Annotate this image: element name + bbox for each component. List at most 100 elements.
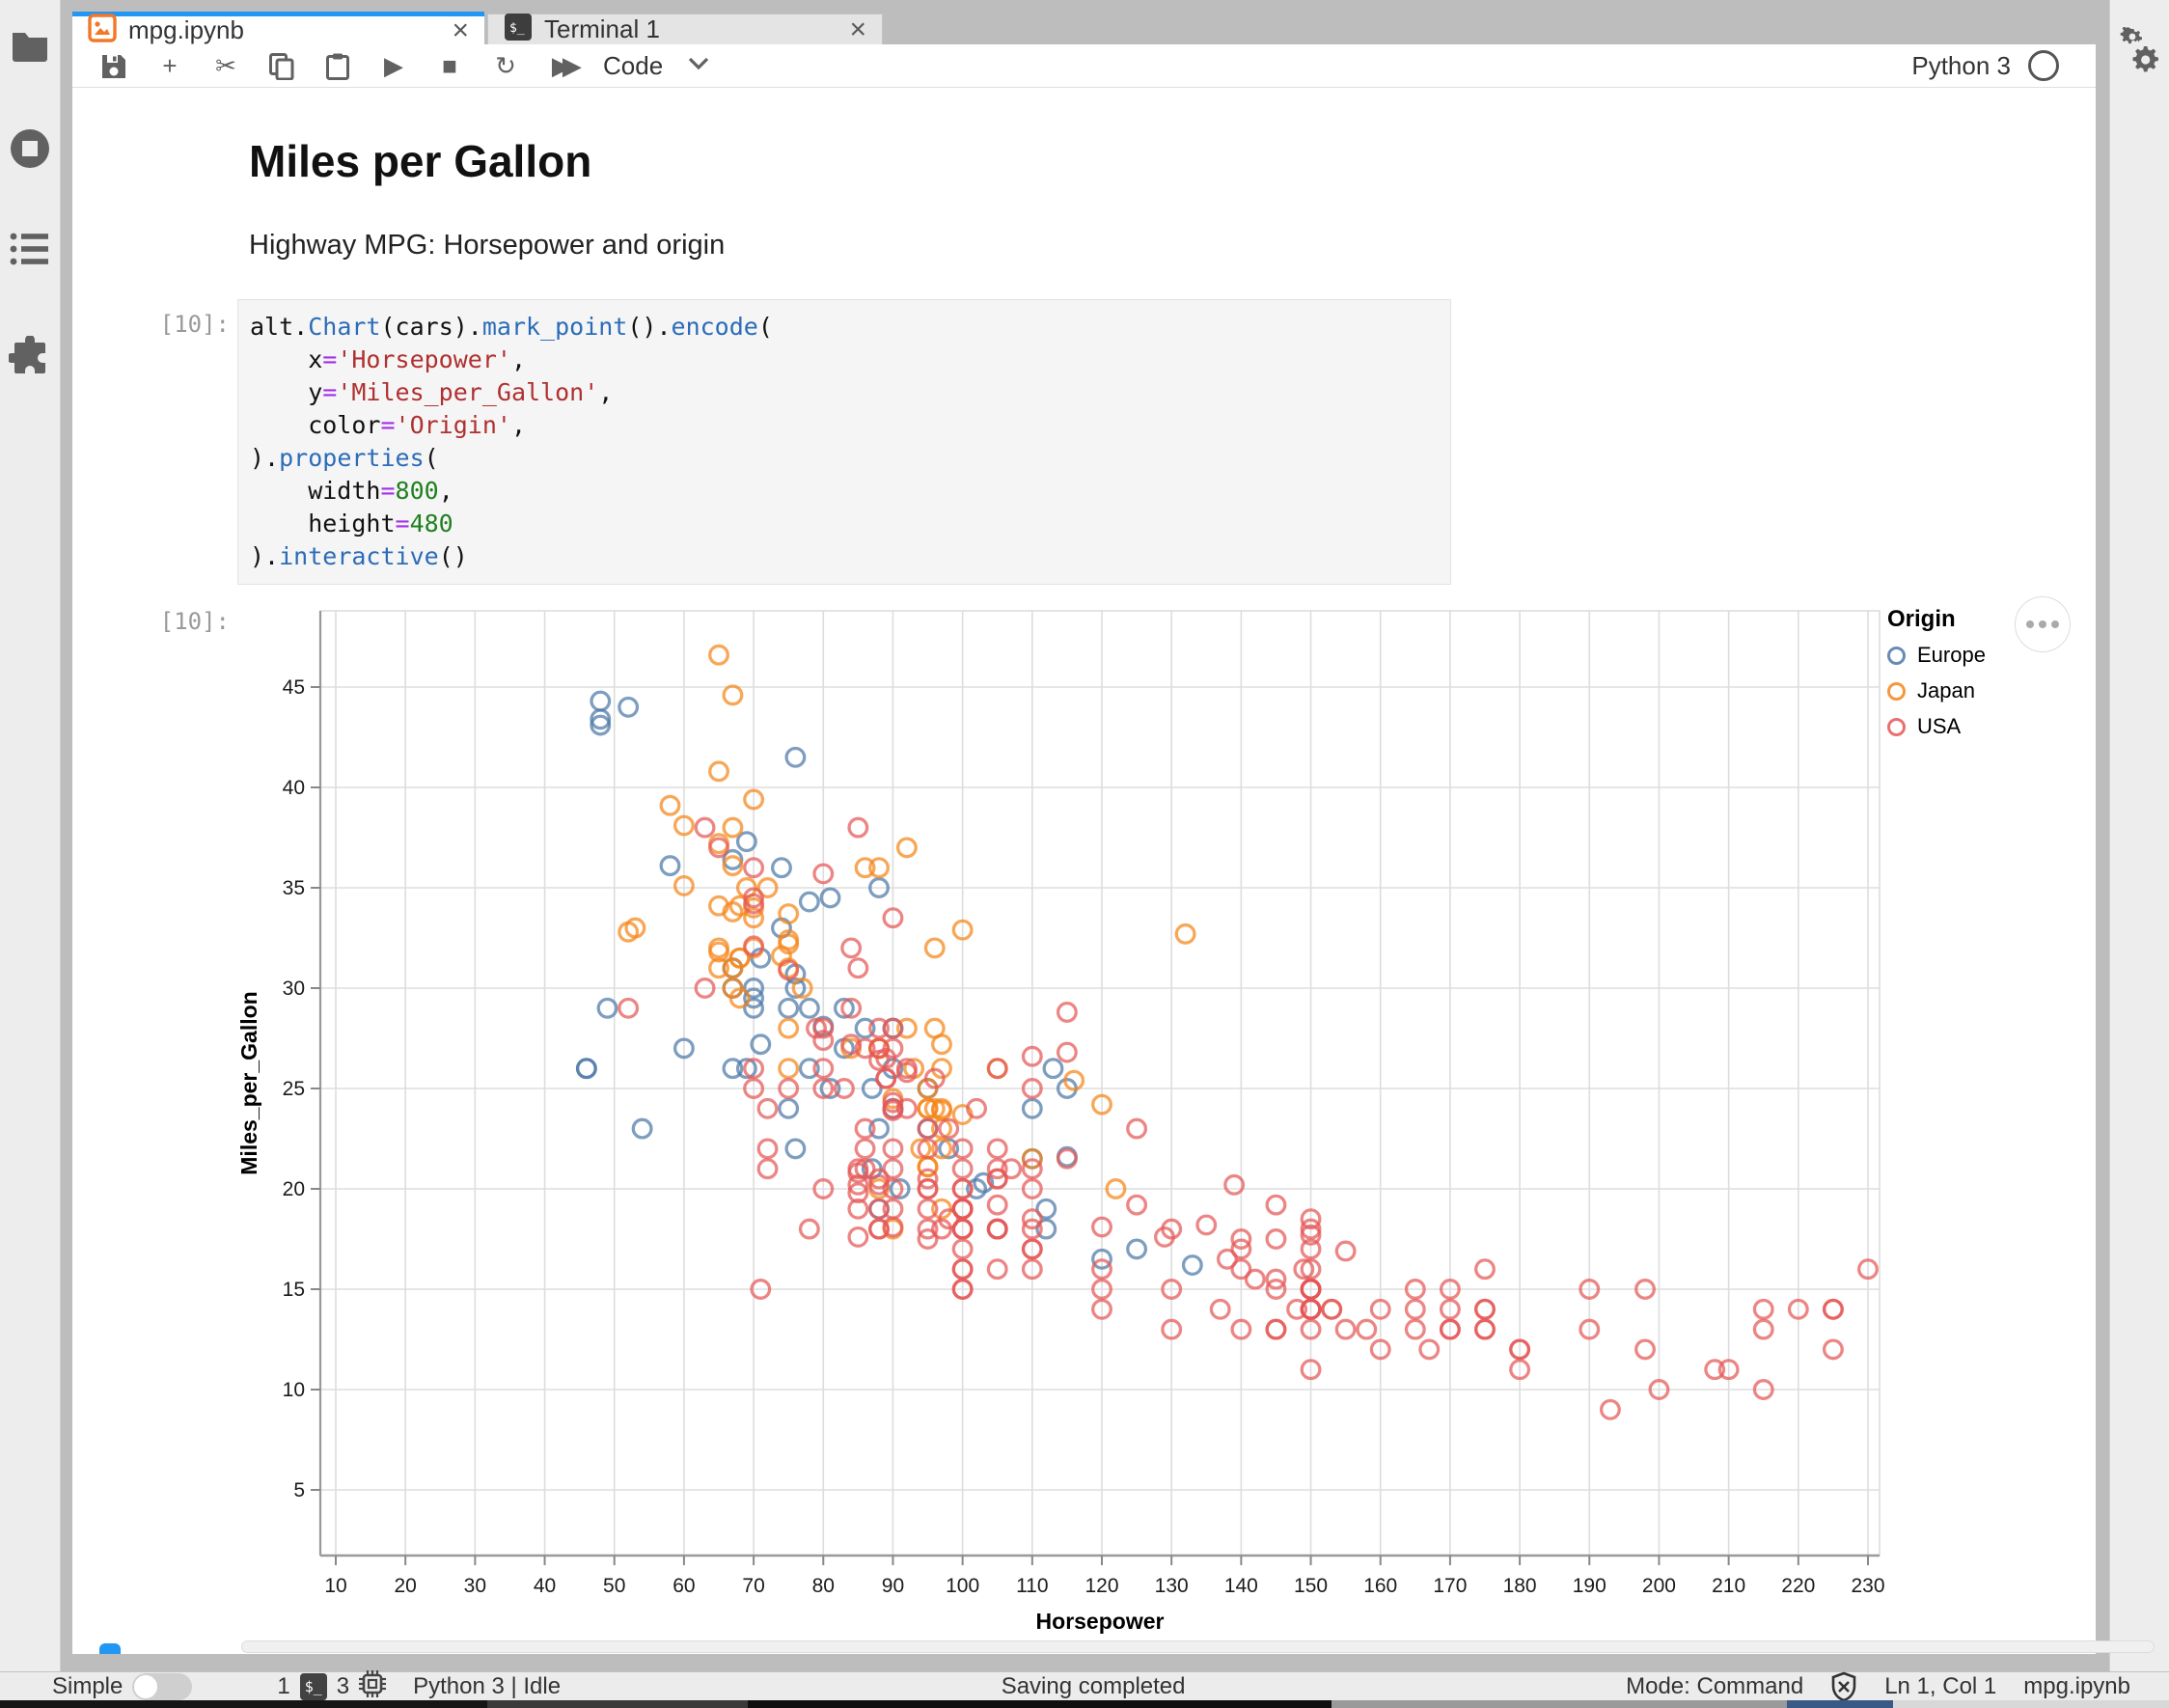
code-token: 800 — [396, 477, 439, 505]
code-token: = — [322, 345, 337, 373]
scatter-point-japan — [724, 818, 742, 837]
x-axis-title: Horsepower — [1036, 1609, 1165, 1634]
copy-cells-button[interactable] — [254, 51, 310, 79]
scatter-chart[interactable]: 1020304050607080901001101201301401501601… — [222, 596, 2094, 1634]
scatter-point-usa — [988, 1196, 1006, 1214]
line-col-indicator[interactable]: Ln 1, Col 1 — [1884, 1673, 1996, 1700]
terminal-count-icon: $_ — [300, 1673, 327, 1700]
vega-actions-button[interactable] — [2015, 596, 2071, 652]
x-tick-label: 130 — [1155, 1575, 1189, 1597]
legend-symbol-icon — [1887, 718, 1906, 736]
scatter-point-usa — [1407, 1301, 1425, 1319]
restart-kernel-button[interactable]: ↻ — [478, 53, 534, 78]
terminals-indicator[interactable]: 1 $_ 3 — [277, 1670, 386, 1704]
x-tick-label: 110 — [1016, 1575, 1048, 1597]
tab-terminal-label: Terminal 1 — [544, 14, 660, 44]
kernel-idle-icon[interactable] — [2028, 50, 2059, 81]
x-tick-label: 140 — [1224, 1575, 1258, 1597]
code-token: , — [511, 345, 526, 373]
scatter-point-europe — [661, 857, 679, 875]
code-token: x — [250, 345, 322, 373]
code-token: properties — [279, 444, 425, 472]
edge-strip-segment — [1787, 1700, 1893, 1708]
scatter-point-usa — [1058, 1043, 1077, 1061]
y-tick-label: 20 — [283, 1178, 305, 1200]
scatter-point-usa — [1754, 1320, 1772, 1338]
horizontal-scrollbar[interactable] — [241, 1640, 2155, 1653]
legend-entry-usa: USA — [1887, 714, 1986, 739]
code-token: = — [396, 510, 410, 537]
scatter-point-usa — [1128, 1119, 1146, 1138]
scatter-point-japan — [661, 796, 679, 814]
code-line: alt.Chart(cars).mark_point().encode( — [250, 311, 1450, 344]
code-line: width=800, — [250, 475, 1450, 508]
code-token: color — [250, 411, 380, 439]
scatter-point-europe — [1184, 1256, 1202, 1275]
scatter-point-japan — [780, 1019, 798, 1037]
file-browser-icon[interactable] — [0, 29, 60, 67]
scatter-point-japan — [710, 646, 728, 664]
extension-manager-icon[interactable] — [0, 336, 60, 383]
running-sessions-icon[interactable] — [0, 127, 60, 175]
kernel-status[interactable]: Python 3 | Idle — [413, 1673, 561, 1700]
scatter-point-europe — [780, 1100, 798, 1118]
interrupt-kernel-button[interactable]: ■ — [422, 53, 478, 78]
y-tick-label: 35 — [283, 877, 305, 899]
scatter-point-europe — [786, 1140, 805, 1158]
run-cell-button[interactable]: ▶ — [366, 53, 422, 78]
chevron-down-icon[interactable] — [688, 57, 709, 75]
scatter-point-europe — [633, 1119, 651, 1138]
code-editor[interactable]: alt.Chart(cars).mark_point().encode( x='… — [237, 299, 1451, 585]
x-tick-label: 120 — [1084, 1575, 1118, 1597]
x-tick-label: 20 — [395, 1575, 417, 1597]
code-token: = — [322, 378, 337, 406]
scatter-point-usa — [758, 1160, 777, 1178]
restart-run-all-button[interactable]: ▶▶ — [534, 53, 590, 78]
scatter-point-usa — [1058, 1004, 1077, 1022]
scatter-point-usa — [1602, 1401, 1620, 1419]
kernel-name-label[interactable]: Python 3 — [1911, 51, 2011, 81]
tab-terminal[interactable]: $_ Terminal 1 × — [487, 14, 883, 44]
code-line: ).interactive() — [250, 540, 1450, 573]
cell-type-dropdown[interactable]: Code — [603, 51, 663, 81]
code-token: 'Origin' — [396, 411, 511, 439]
scatter-point-europe — [773, 859, 791, 877]
scatter-point-usa — [1219, 1251, 1237, 1269]
x-tick-label: 60 — [673, 1575, 695, 1597]
tab-terminal-close-icon[interactable]: × — [849, 15, 866, 44]
scatter-point-usa — [1323, 1301, 1341, 1319]
edge-strip-segment — [487, 1700, 748, 1708]
table-of-contents-icon[interactable] — [0, 232, 60, 271]
scatter-point-usa — [849, 818, 867, 837]
scatter-point-europe — [786, 749, 805, 767]
code-token: , — [439, 477, 453, 505]
scatter-point-usa — [1267, 1196, 1285, 1214]
code-token: mark_point — [482, 313, 628, 341]
gears-icon[interactable] — [2110, 27, 2169, 80]
tab-notebook-close-icon[interactable]: × — [452, 16, 469, 45]
scatter-point-japan — [780, 1060, 798, 1078]
notebook-icon — [88, 14, 117, 47]
code-token: = — [380, 477, 395, 505]
scatter-point-europe — [1044, 1060, 1062, 1078]
insert-cell-button[interactable]: + — [142, 53, 198, 78]
x-tick-label: 50 — [603, 1575, 625, 1597]
x-tick-label: 210 — [1712, 1575, 1745, 1597]
paste-cells-button[interactable] — [310, 51, 366, 79]
simple-mode-toggle[interactable] — [132, 1673, 192, 1700]
tab-notebook[interactable]: mpg.ipynb × — [72, 12, 484, 44]
x-tick-label: 160 — [1363, 1575, 1397, 1597]
scatter-point-usa — [842, 939, 861, 957]
status-message: Saving completed — [1002, 1673, 1186, 1700]
x-tick-label: 80 — [812, 1575, 835, 1597]
scatter-point-europe — [780, 1000, 798, 1018]
legend-label: Europe — [1917, 643, 1986, 668]
scatter-point-usa — [988, 1260, 1006, 1279]
save-button[interactable] — [86, 51, 142, 79]
scatter-point-usa — [1197, 1216, 1216, 1234]
kernel-count-icon — [359, 1670, 386, 1704]
cut-cells-button[interactable]: ✂ — [198, 53, 254, 78]
code-token: (cars). — [380, 313, 481, 341]
trust-shield-icon — [1830, 1671, 1857, 1702]
plot-border — [320, 611, 1880, 1556]
